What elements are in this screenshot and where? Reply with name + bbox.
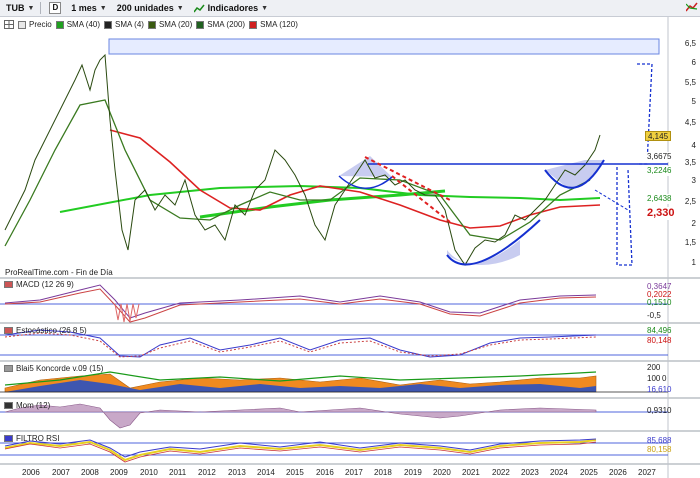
panel-title-text: Mom (12) bbox=[16, 401, 51, 410]
y-axis-label: 1 bbox=[691, 258, 696, 267]
x-axis-label: 2015 bbox=[286, 468, 304, 477]
momentum-icon bbox=[4, 402, 13, 409]
panel-title-momentum[interactable]: Mom (12) bbox=[4, 401, 50, 410]
x-axis-label: 2027 bbox=[638, 468, 656, 477]
panel-title-text: Estocástico (26 8 5) bbox=[16, 326, 87, 335]
source-label: ProRealTime.com - Fin de Día bbox=[5, 268, 113, 277]
x-axis-label: 2011 bbox=[169, 468, 187, 477]
x-axis-label: 2019 bbox=[404, 468, 422, 477]
sma40-line bbox=[4, 99, 591, 247]
panel-title-text: FILTRO RSI bbox=[16, 434, 60, 443]
sma120-line bbox=[109, 129, 601, 229]
last-price-tag: 4,145 bbox=[645, 131, 672, 141]
sma20-tag: 3,2246 bbox=[645, 166, 674, 176]
channel-lower bbox=[391, 175, 451, 223]
macd-icon bbox=[4, 281, 13, 288]
y-axis-label: 6 bbox=[691, 58, 696, 67]
macd-axis: -0,5 bbox=[647, 311, 661, 320]
koncorde-axis: 200 bbox=[647, 363, 661, 372]
x-axis-label: 2016 bbox=[316, 468, 334, 477]
rsi-filter-panel bbox=[0, 438, 668, 463]
y-axis-label: 2,5 bbox=[684, 197, 696, 206]
y-axis-label: 1,5 bbox=[684, 238, 696, 247]
y-axis-label: 3,5 bbox=[684, 158, 696, 167]
trend-support-line bbox=[199, 189, 446, 219]
panel-title-macd[interactable]: MACD (12 26 9) bbox=[4, 280, 74, 289]
sma120-tag: 2,330 bbox=[645, 207, 677, 220]
panel-title-stochastic[interactable]: Estocástico (26 8 5) bbox=[4, 326, 87, 335]
rsi-filter-value: 80,158 bbox=[647, 445, 672, 454]
price-chart[interactable] bbox=[0, 0, 700, 478]
koncorde-panel bbox=[0, 371, 668, 393]
momentum-value: 0,9310 bbox=[647, 406, 672, 415]
projection-line bbox=[594, 189, 629, 211]
momentum-panel bbox=[0, 403, 668, 429]
y-axis-label: 4 bbox=[691, 141, 696, 150]
stochastic-icon bbox=[4, 327, 13, 334]
x-axis-label: 2025 bbox=[580, 468, 598, 477]
x-axis-label: 2008 bbox=[81, 468, 99, 477]
koncorde-axis: 0 bbox=[662, 374, 667, 383]
panel-title-rsi-filter[interactable]: FILTRO RSI bbox=[4, 434, 59, 443]
rsi-filter-icon bbox=[4, 435, 13, 442]
projection-up bbox=[637, 63, 653, 165]
x-axis-label: 2013 bbox=[228, 468, 246, 477]
panel-title-koncorde[interactable]: Blai5 Koncorde v.09 (15) bbox=[4, 364, 103, 373]
y-axis-label: 6,5 bbox=[684, 39, 696, 48]
panel-title-text: Blai5 Koncorde v.09 (15) bbox=[16, 364, 104, 373]
macd-panel bbox=[0, 284, 668, 323]
y-axis-label: 4,5 bbox=[684, 118, 696, 127]
panel-title-text: MACD (12 26 9) bbox=[16, 280, 74, 289]
x-axis-label: 2014 bbox=[257, 468, 275, 477]
x-axis-label: 2010 bbox=[140, 468, 158, 477]
x-axis-label: 2022 bbox=[492, 468, 510, 477]
x-axis-label: 2023 bbox=[521, 468, 539, 477]
stochastic-d: 80,148 bbox=[647, 336, 672, 345]
y-axis-label: 5,5 bbox=[684, 78, 696, 87]
x-axis-label: 2021 bbox=[462, 468, 480, 477]
highlight-box bbox=[108, 38, 660, 55]
y-axis-label: 3 bbox=[691, 176, 696, 185]
x-axis-label: 2020 bbox=[433, 468, 451, 477]
stochastic-k: 84,496 bbox=[647, 326, 672, 335]
macd-histogram: 0,1510 bbox=[647, 298, 672, 307]
x-axis-label: 2012 bbox=[198, 468, 216, 477]
x-axis-label: 2024 bbox=[550, 468, 568, 477]
x-axis-label: 2017 bbox=[345, 468, 363, 477]
koncorde-icon bbox=[4, 365, 13, 372]
x-axis-label: 2018 bbox=[374, 468, 392, 477]
sma200-tag: 2,6438 bbox=[645, 194, 674, 204]
x-axis-label: 2006 bbox=[22, 468, 40, 477]
stochastic-panel bbox=[0, 329, 668, 358]
projection-down bbox=[616, 167, 633, 266]
x-axis-label: 2009 bbox=[110, 468, 128, 477]
x-axis-label: 2007 bbox=[52, 468, 70, 477]
y-axis-label: 5 bbox=[691, 97, 696, 106]
koncorde-value: 16,610 bbox=[647, 385, 672, 394]
y-axis-label: 2 bbox=[691, 219, 696, 228]
sma4-tag: 3,6675 bbox=[645, 152, 674, 162]
x-axis-label: 2026 bbox=[609, 468, 627, 477]
